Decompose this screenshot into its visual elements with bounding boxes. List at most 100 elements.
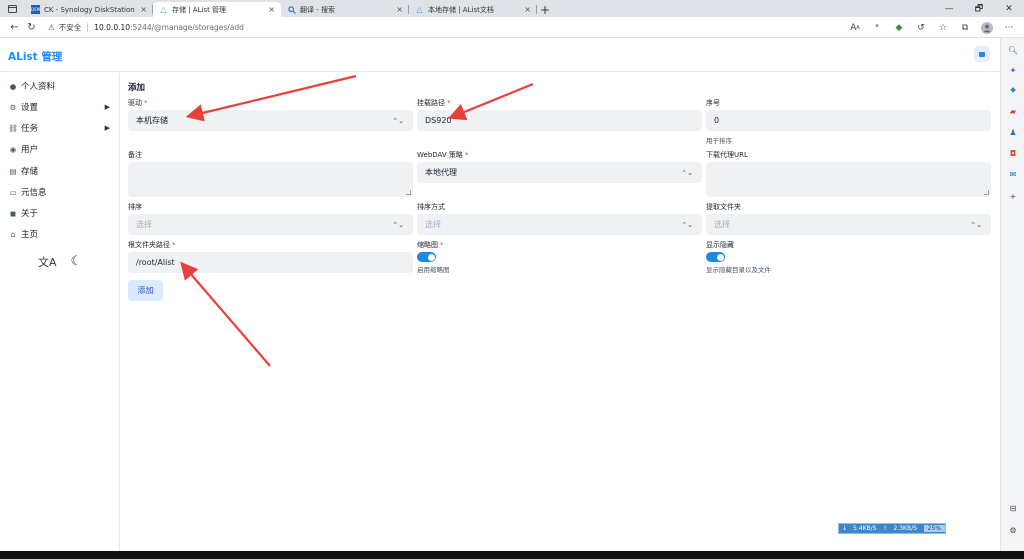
upload-arrow-icon: ↑	[882, 525, 888, 532]
close-window-icon[interactable]: ✕	[994, 0, 1024, 17]
sidebar-item-label: 任务	[21, 124, 39, 134]
add-sidebar-app-icon[interactable]: +	[1006, 189, 1020, 203]
thumbnail-toggle[interactable]	[417, 252, 436, 262]
people-icon[interactable]: ♟	[1006, 125, 1020, 139]
shopping-tag-icon[interactable]: ⬥	[1006, 83, 1020, 97]
tab-actions-icon[interactable]	[0, 0, 25, 17]
tab-label: 本地存储 | AList文档	[428, 5, 494, 14]
sidebar-item-users[interactable]: ◉ 用户	[8, 142, 112, 156]
extension-sync-icon[interactable]: ↺	[914, 21, 928, 35]
field-label: 序号	[706, 99, 720, 107]
tracking-prevention-icon[interactable]: ᵃ	[870, 21, 884, 35]
address-bar: ← ↻ ⚠ 不安全 10.0.0.10:5244/@manage/storage…	[0, 17, 1024, 38]
upload-speed: 2.3KB/S	[893, 525, 917, 532]
read-aloud-icon[interactable]: AA	[848, 21, 862, 35]
logout-button[interactable]	[974, 46, 990, 62]
add-button[interactable]: 添加	[128, 280, 163, 301]
app-title[interactable]: AList 管理	[8, 49, 62, 64]
sidebar-item-about[interactable]: ◼ 关于	[8, 206, 112, 220]
webdav-policy-select[interactable]: 本地代理 ⌃⌄	[417, 162, 702, 183]
mount-path-input[interactable]: DS920	[417, 110, 702, 131]
field-label: 根文件夹路径 *	[128, 241, 176, 249]
remark-textarea[interactable]	[128, 162, 413, 197]
new-tab-button[interactable]: +	[537, 2, 553, 17]
sidebar-item-settings[interactable]: ⚙ 设置 ▶	[8, 100, 112, 114]
outlook-icon[interactable]: ✉	[1006, 167, 1020, 181]
database-icon: ▤	[9, 166, 17, 176]
hide-sidebar-icon[interactable]: ⊟	[1006, 501, 1020, 515]
expand-arrow-icon[interactable]: ▶	[105, 103, 110, 111]
root-folder-path-input[interactable]: /root/Alist	[128, 252, 413, 273]
office-icon[interactable]: ◘	[1006, 146, 1020, 160]
sidebar-tools: 文A ☾	[38, 254, 82, 270]
tab-label: 存储 | AList 管理	[172, 5, 227, 14]
chevron-up-down-icon: ⌃⌄	[392, 220, 404, 229]
order-input[interactable]: 0	[706, 110, 991, 131]
field-mount-path: 挂载路径 * DS920	[417, 98, 702, 131]
sidebar-item-label: 元信息	[21, 188, 47, 198]
alist-favicon-icon: △	[416, 5, 423, 14]
tasks-icon: ⛓	[8, 123, 18, 133]
show-hidden-toggle[interactable]	[706, 252, 725, 262]
url-path: :5244/@manage/storages/add	[130, 22, 244, 32]
sidebar-item-profile[interactable]: ● 个人资料	[8, 79, 112, 93]
extension-cube-icon[interactable]: ◆	[892, 21, 906, 35]
favorites-icon[interactable]: ☆	[936, 21, 950, 35]
tab-label: 翻译 - 搜索	[300, 5, 335, 14]
expand-arrow-icon[interactable]: ▶	[105, 124, 110, 132]
field-order-direction: 排序方式 选择 ⌃⌄	[417, 202, 702, 235]
field-extract-folder: 提取文件夹 选择 ⌃⌄	[706, 202, 991, 235]
dark-mode-icon[interactable]: ☾	[71, 254, 83, 270]
show-hidden-help-text: 显示隐藏目录以及文件	[706, 266, 771, 274]
copilot-icon[interactable]: ✦	[1006, 63, 1020, 77]
restore-icon[interactable]: 🗗	[964, 0, 994, 17]
arrow-to-root-folder	[180, 261, 271, 367]
tab-translate-search[interactable]: 翻译 - 搜索 ×	[281, 2, 409, 17]
minimize-icon[interactable]: —	[934, 0, 964, 17]
sidebar-item-tasks[interactable]: ⛓ 任务 ▶	[8, 121, 112, 135]
field-label: 驱动 *	[128, 99, 148, 107]
order-by-select[interactable]: 选择 ⌃⌄	[128, 214, 413, 235]
collections-icon[interactable]: ⧉	[958, 21, 972, 35]
sidebar-item-label: 个人资料	[21, 82, 56, 92]
sidebar-item-storage[interactable]: ▤ 存储	[8, 164, 112, 178]
edge-sidebar: 🔍︎ ✦ ⬥ ▰ ♟ ◘ ✉ + ⊟ ⚙	[1000, 38, 1024, 551]
extract-folder-select[interactable]: 选择 ⌃⌄	[706, 214, 991, 235]
close-tab-icon[interactable]: ×	[396, 5, 403, 14]
profile-avatar-icon[interactable]	[980, 21, 994, 35]
search-icon[interactable]: 🔍︎	[1006, 43, 1020, 57]
close-tab-icon[interactable]: ×	[524, 5, 531, 14]
field-label: 提取文件夹	[706, 203, 741, 211]
field-label: 备注	[128, 151, 142, 159]
url-field[interactable]: ⚠ 不安全 10.0.0.10:5244/@manage/storages/ad…	[48, 22, 244, 33]
settings-gear-icon[interactable]: ⚙	[1006, 523, 1020, 537]
field-label: 挂载路径 *	[417, 99, 451, 107]
url-host: 10.0.0.10	[94, 22, 131, 32]
tab-synology[interactable]: DSM CK - Synology DiskStation ×	[25, 2, 153, 17]
field-label: 显示隐藏	[706, 241, 734, 249]
chevron-up-down-icon: ⌃⌄	[681, 168, 693, 177]
warning-icon[interactable]: ⚠	[48, 23, 55, 32]
field-label: WebDAV 策略 *	[417, 151, 469, 159]
os-taskbar	[0, 551, 1024, 559]
tab-alist-storage[interactable]: △ 存储 | AList 管理 ×	[153, 2, 281, 17]
tab-alist-docs[interactable]: △ 本地存储 | AList文档 ×	[409, 2, 537, 17]
more-options-icon[interactable]: ···	[1002, 21, 1016, 35]
field-label: 下载代理URL	[706, 151, 748, 159]
driver-select[interactable]: 本机存储 ⌃⌄	[128, 110, 413, 131]
sidebar-item-meta[interactable]: ▭ 元信息	[8, 185, 112, 199]
close-tab-icon[interactable]: ×	[268, 5, 275, 14]
sidebar-item-label: 设置	[21, 103, 39, 113]
sidebar-item-home[interactable]: ⌂ 主页	[8, 227, 112, 241]
translate-icon[interactable]: 文A	[38, 254, 57, 270]
close-tab-icon[interactable]: ×	[140, 5, 147, 14]
person-icon: ◉	[9, 144, 17, 154]
field-driver: 驱动 * 本机存储 ⌃⌄	[128, 98, 413, 131]
meta-icon: ▭	[9, 187, 17, 197]
download-proxy-url-textarea[interactable]	[706, 162, 991, 197]
tools-icon[interactable]: ▰	[1006, 104, 1020, 118]
order-direction-select[interactable]: 选择 ⌃⌄	[417, 214, 702, 235]
refresh-icon[interactable]: ↻	[23, 19, 40, 36]
field-webdav-policy: WebDAV 策略 * 本地代理 ⌃⌄	[417, 150, 702, 183]
back-icon[interactable]: ←	[6, 19, 23, 36]
